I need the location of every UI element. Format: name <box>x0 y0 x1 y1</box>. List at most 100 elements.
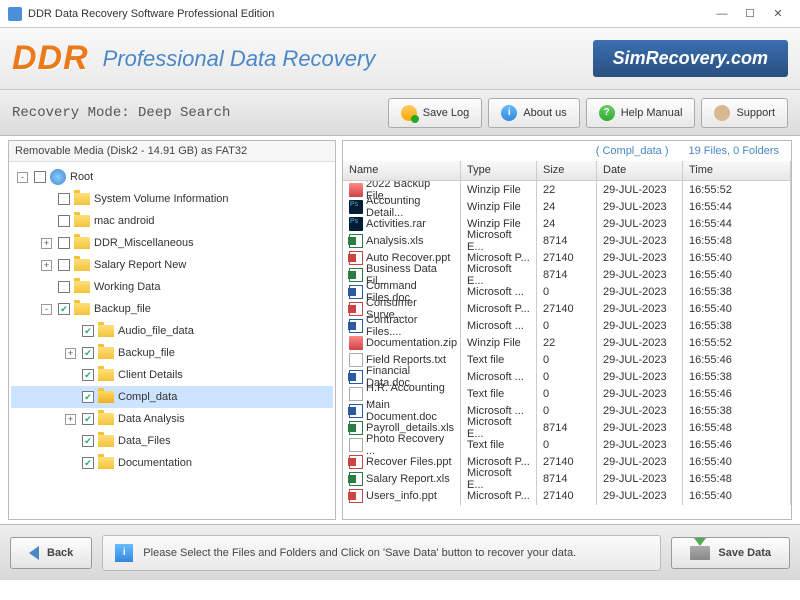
tree-node[interactable]: -Root <box>11 166 333 188</box>
expand-toggle[interactable] <box>65 370 76 381</box>
folder-icon <box>98 435 114 447</box>
tree-node[interactable]: Compl_data <box>11 386 333 408</box>
tree-node[interactable]: +DDR_Miscellaneous <box>11 232 333 254</box>
footer: Back iPlease Select the Files and Folder… <box>0 524 800 580</box>
folder-icon <box>74 303 90 315</box>
checkbox[interactable] <box>58 193 70 205</box>
checkbox[interactable] <box>82 369 94 381</box>
file-icon <box>349 455 363 469</box>
tree-node[interactable]: Client Details <box>11 364 333 386</box>
expand-toggle[interactable] <box>65 392 76 403</box>
back-arrow-icon <box>29 546 39 560</box>
tree-node[interactable]: Documentation <box>11 452 333 474</box>
expand-toggle[interactable]: + <box>65 348 76 359</box>
col-type[interactable]: Type <box>461 161 537 180</box>
file-row[interactable]: Activities.rarWinzip File2429-JUL-202316… <box>343 215 791 232</box>
help-icon: ? <box>599 105 615 121</box>
brand-link[interactable]: SimRecovery.com <box>593 40 788 77</box>
file-name: Analysis.xls <box>366 235 423 247</box>
col-date[interactable]: Date <box>597 161 683 180</box>
tree-label: Salary Report New <box>94 259 186 271</box>
checkbox[interactable] <box>82 391 94 403</box>
expand-toggle[interactable]: - <box>17 172 28 183</box>
file-row[interactable]: Analysis.xlsMicrosoft E...871429-JUL-202… <box>343 232 791 249</box>
save-log-button[interactable]: Save Log <box>388 98 482 128</box>
expand-toggle[interactable] <box>65 458 76 469</box>
tree-label: Backup_file <box>94 303 151 315</box>
expand-toggle[interactable]: + <box>41 238 52 249</box>
maximize-button[interactable]: ☐ <box>736 4 764 24</box>
file-row[interactable]: Main Document.docMicrosoft ...029-JUL-20… <box>343 402 791 419</box>
status-message: iPlease Select the Files and Folders and… <box>102 535 661 571</box>
checkbox[interactable] <box>58 281 70 293</box>
file-row[interactable]: Users_info.pptMicrosoft P...2714029-JUL-… <box>343 487 791 504</box>
support-button[interactable]: Support <box>701 98 788 128</box>
expand-toggle[interactable]: + <box>41 260 52 271</box>
save-data-button[interactable]: Save Data <box>671 537 790 569</box>
expand-toggle[interactable] <box>41 194 52 205</box>
file-icon <box>349 404 363 418</box>
col-name[interactable]: Name <box>343 161 461 180</box>
expand-toggle[interactable] <box>41 282 52 293</box>
file-row[interactable]: Contractor Files....Microsoft ...029-JUL… <box>343 317 791 334</box>
checkbox[interactable] <box>34 171 46 183</box>
file-icon <box>349 234 363 248</box>
checkbox[interactable] <box>82 325 94 337</box>
tree-node[interactable]: mac android <box>11 210 333 232</box>
file-icon <box>349 251 363 265</box>
expand-toggle[interactable]: + <box>65 414 76 425</box>
tree-node[interactable]: Audio_file_data <box>11 320 333 342</box>
checkbox[interactable] <box>82 413 94 425</box>
col-time[interactable]: Time <box>683 161 791 180</box>
expand-toggle[interactable] <box>65 326 76 337</box>
info-icon: i <box>501 105 517 121</box>
checkbox[interactable] <box>82 457 94 469</box>
save-log-icon <box>401 105 417 121</box>
expand-toggle[interactable] <box>41 216 52 227</box>
minimize-button[interactable]: — <box>708 4 736 24</box>
folder-icon <box>98 413 114 425</box>
file-row[interactable]: Recover Files.pptMicrosoft P...2714029-J… <box>343 453 791 470</box>
expand-toggle[interactable] <box>65 436 76 447</box>
logo: DDR <box>12 39 89 78</box>
checkbox[interactable] <box>58 237 70 249</box>
checkbox[interactable] <box>82 435 94 447</box>
file-row[interactable]: Photo Recovery ...Text file029-JUL-20231… <box>343 436 791 453</box>
file-icon <box>349 370 363 384</box>
tree-node[interactable]: + Salary Report New <box>11 254 333 276</box>
file-icon <box>349 336 363 350</box>
back-button[interactable]: Back <box>10 537 92 569</box>
checkbox[interactable] <box>82 347 94 359</box>
file-list[interactable]: 2022 Backup File...Winzip File2229-JUL-2… <box>343 181 791 519</box>
file-row[interactable]: Documentation.zipWinzip File2229-JUL-202… <box>343 334 791 351</box>
file-name: Users_info.ppt <box>366 490 437 502</box>
tree-label: Data Analysis <box>118 413 185 425</box>
col-size[interactable]: Size <box>537 161 597 180</box>
folder-tree[interactable]: -RootSystem Volume Informationmac androi… <box>9 162 335 519</box>
tree-node[interactable]: +Backup_file <box>11 342 333 364</box>
file-name: Salary Report.xls <box>366 473 450 485</box>
file-row[interactable]: Salary Report.xlsMicrosoft E...871429-JU… <box>343 470 791 487</box>
checkbox[interactable] <box>58 259 70 271</box>
help-button[interactable]: ?Help Manual <box>586 98 696 128</box>
app-icon <box>8 7 22 21</box>
file-icon <box>349 285 363 299</box>
close-button[interactable]: ✕ <box>764 4 792 24</box>
tree-node[interactable]: System Volume Information <box>11 188 333 210</box>
checkbox[interactable] <box>58 215 70 227</box>
file-name: Documentation.zip <box>366 337 457 349</box>
tree-node[interactable]: - Backup_file <box>11 298 333 320</box>
file-row[interactable]: Accounting Detail...Winzip File2429-JUL-… <box>343 198 791 215</box>
about-button[interactable]: iAbout us <box>488 98 579 128</box>
tree-label: Data_Files <box>118 435 171 447</box>
file-icon <box>349 489 363 503</box>
expand-toggle[interactable]: - <box>41 304 52 315</box>
current-folder-label: ( Compl_data ) <box>596 145 669 157</box>
folder-icon <box>74 237 90 249</box>
tree-node[interactable]: Working Data <box>11 276 333 298</box>
checkbox[interactable] <box>58 303 70 315</box>
tree-label: Compl_data <box>118 391 177 403</box>
tree-node[interactable]: + Data Analysis <box>11 408 333 430</box>
folder-icon <box>98 325 114 337</box>
tree-node[interactable]: Data_Files <box>11 430 333 452</box>
